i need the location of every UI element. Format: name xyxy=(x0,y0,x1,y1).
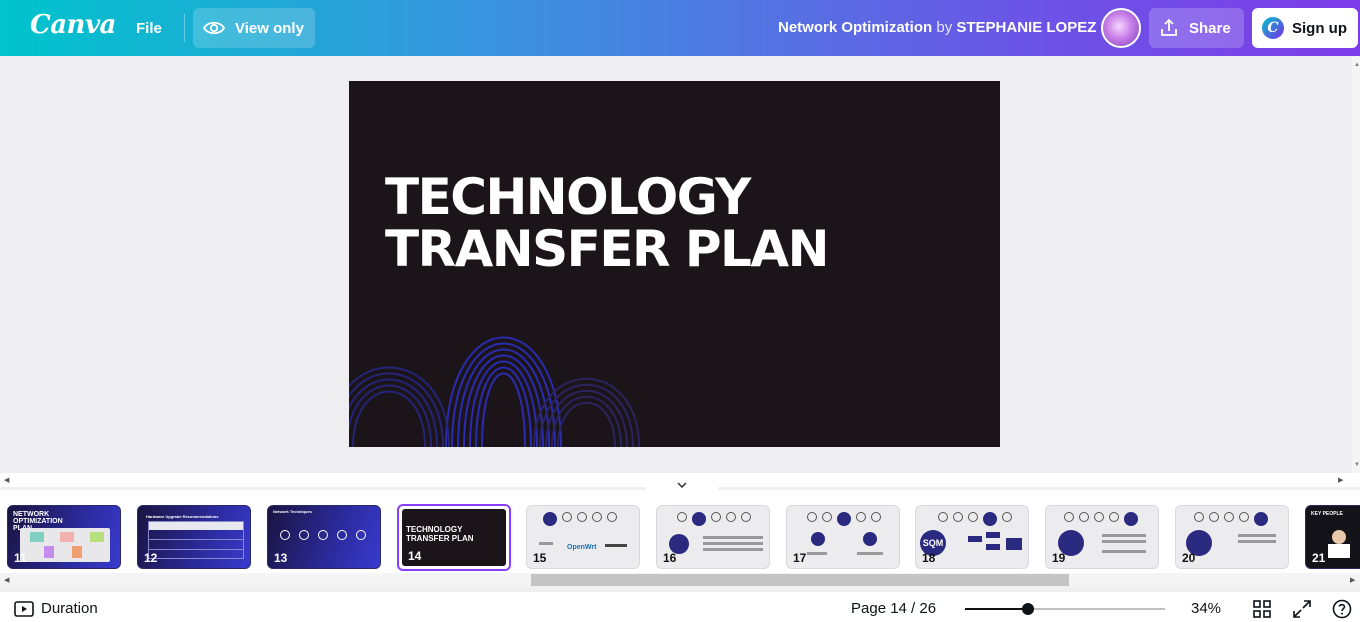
fullscreen-icon[interactable] xyxy=(1293,600,1311,618)
slide-title: TECHNOLOGY TRANSFER PLAN xyxy=(385,168,829,278)
page-number: 21 xyxy=(1312,551,1326,565)
share-label: Share xyxy=(1189,19,1231,37)
avatar[interactable] xyxy=(1101,8,1141,48)
page-thumbnail-20[interactable]: 20 xyxy=(1175,505,1289,569)
share-icon xyxy=(1161,18,1177,36)
scroll-left-icon[interactable]: ◀ xyxy=(4,476,9,484)
share-button[interactable]: Share xyxy=(1149,8,1244,48)
file-menu-button[interactable]: File xyxy=(124,8,174,48)
zoom-slider-handle[interactable] xyxy=(1022,603,1034,615)
current-slide[interactable]: TECHNOLOGY TRANSFER PLAN xyxy=(349,81,1000,447)
page-thumbnail-19[interactable]: 19 xyxy=(1045,505,1159,569)
page-number: 19 xyxy=(1052,551,1066,565)
by-text: by xyxy=(936,19,953,36)
page-thumbnail-16[interactable]: 16 xyxy=(656,505,770,569)
page-thumbnail-18[interactable]: SQM 18 xyxy=(915,505,1029,569)
filmstrip-scrollbar-thumb[interactable] xyxy=(531,574,1069,586)
zoom-slider-fill xyxy=(965,608,1028,610)
thumb-title: Hardware Upgrade Recommendations xyxy=(146,514,219,519)
page-number: 14 xyxy=(408,549,422,563)
help-icon[interactable] xyxy=(1332,599,1352,619)
thumb-title: Network Techniques xyxy=(273,509,312,514)
vertical-scrollbar[interactable] xyxy=(1352,56,1360,473)
page-thumbnail-12[interactable]: Hardware Upgrade Recommendations 12 xyxy=(137,505,251,569)
divider xyxy=(184,14,185,42)
scroll-up-icon[interactable]: ▲ xyxy=(1354,62,1360,68)
thumb-icons xyxy=(1194,512,1268,526)
page-number: 13 xyxy=(274,551,288,565)
thumb-icons xyxy=(543,512,617,526)
page-number: 20 xyxy=(1182,551,1196,565)
scroll-right-icon[interactable]: ▶ xyxy=(1338,476,1343,484)
page-thumbnail-14[interactable]: TECHNOLOGY TRANSFER PLAN 14 xyxy=(397,504,511,571)
view-only-button[interactable]: View only xyxy=(193,8,315,48)
duration-label: Duration xyxy=(41,600,98,617)
sign-up-button[interactable]: C Sign up xyxy=(1252,8,1358,48)
eye-icon xyxy=(203,21,225,35)
sign-up-label: Sign up xyxy=(1292,19,1347,37)
page-indicator: Page 14 / 26 xyxy=(851,600,937,617)
thumb-icons xyxy=(1064,512,1138,526)
zoom-level[interactable]: 34% xyxy=(1191,600,1221,617)
scroll-down-icon[interactable]: ▼ xyxy=(1354,462,1360,468)
thumb-icons xyxy=(677,512,751,526)
filmstrip-scroll-right-icon[interactable]: ▶ xyxy=(1350,576,1355,584)
thumb-icons xyxy=(938,512,1012,526)
thumb-diagram xyxy=(20,528,110,562)
canva-logo[interactable]: Canva xyxy=(30,10,116,40)
thumb-icons xyxy=(807,512,881,526)
doc-name: Network Optimization xyxy=(778,19,933,36)
page-number: 15 xyxy=(533,551,547,565)
slide-title-line1: TECHNOLOGY xyxy=(385,168,751,226)
page-number: 11 xyxy=(14,551,27,565)
view-only-label: View only xyxy=(235,19,304,37)
chevron-down-icon xyxy=(677,482,687,488)
document-title: Network Optimization by STEPHANIE LOPEZ xyxy=(778,19,1096,36)
thumb-title: TECHNOLOGY TRANSFER PLAN xyxy=(406,525,474,543)
page-thumbnail-17[interactable]: 17 xyxy=(786,505,900,569)
author-name[interactable]: STEPHANIE LOPEZ xyxy=(956,19,1096,36)
thumb-table xyxy=(148,521,244,559)
page-number: 16 xyxy=(663,551,677,565)
slide-title-line2: TRANSFER PLAN xyxy=(385,220,829,278)
page-number: 18 xyxy=(922,551,936,565)
page-thumbnail-21[interactable]: KEY PEOPLE 21 xyxy=(1305,505,1360,569)
page-thumbnail-13[interactable]: Network Techniques 13 xyxy=(267,505,381,569)
page-number: 12 xyxy=(144,551,158,565)
thumb-icons xyxy=(280,530,366,540)
top-bar: Canva File View only Network Optimizatio… xyxy=(0,0,1360,56)
page-thumbnail-11[interactable]: NETWORK OPTIMIZATION PLAN 11 xyxy=(7,505,121,569)
page-thumbnail-15[interactable]: OpenWrt 15 xyxy=(526,505,640,569)
page-number: 17 xyxy=(793,551,807,565)
filmstrip-scroll-left-icon[interactable]: ◀ xyxy=(4,576,9,584)
footer-bar xyxy=(0,592,1360,622)
play-icon xyxy=(14,600,34,617)
duration-button[interactable]: Duration xyxy=(14,600,98,617)
canva-badge-icon: C xyxy=(1262,17,1284,39)
page-filmstrip: NETWORK OPTIMIZATION PLAN 11 Hardware Up… xyxy=(0,490,1360,578)
thumb-label: OpenWrt xyxy=(567,544,597,551)
thumb-title: KEY PEOPLE xyxy=(1311,511,1343,517)
grid-view-icon[interactable] xyxy=(1253,600,1271,618)
